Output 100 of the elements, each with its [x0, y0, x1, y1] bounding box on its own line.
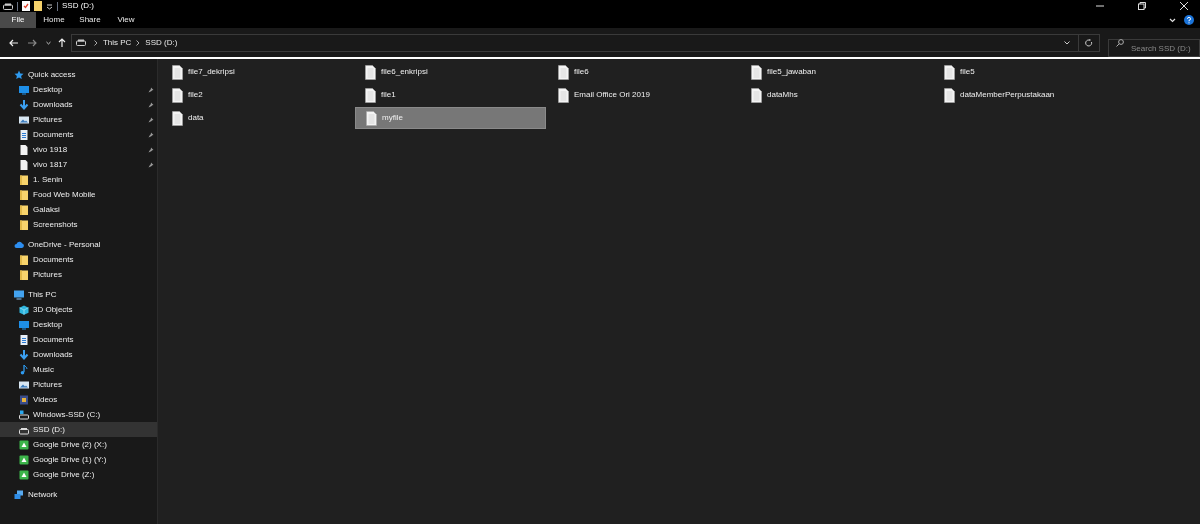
text-file-icon: [365, 87, 376, 103]
star-icon: [14, 69, 24, 80]
sidebar-item[interactable]: This PC: [0, 287, 157, 302]
caret-icon[interactable]: [46, 2, 53, 10]
restore-icon[interactable]: [1138, 2, 1146, 10]
pin-icon[interactable]: [148, 101, 154, 108]
folder-icon: [19, 189, 29, 200]
sidebar-item[interactable]: OneDrive - Personal: [0, 237, 157, 252]
down-arrow-icon: [19, 99, 29, 110]
sidebar-item[interactable]: Videos: [0, 392, 157, 407]
cloud-drive-icon: [19, 454, 29, 465]
sidebar-item[interactable]: Documents: [0, 332, 157, 347]
text-file-icon: [365, 64, 376, 80]
drive-icon[interactable]: [3, 2, 13, 10]
sidebar-item[interactable]: vivo 1918: [0, 142, 157, 157]
sidebar-item[interactable]: Pictures: [0, 112, 157, 127]
sidebar-item[interactable]: 3D Objects: [0, 302, 157, 317]
minimize-icon[interactable]: [1096, 2, 1104, 10]
cloud-icon: [14, 239, 24, 250]
document-icon: [19, 129, 29, 140]
sidebar-item[interactable]: Desktop: [0, 317, 157, 332]
ribbon-tab[interactable]: File: [0, 12, 36, 28]
chevron-icon[interactable]: [136, 39, 141, 46]
file-icon: [19, 159, 29, 170]
cloud-drive-icon: [19, 469, 29, 480]
text-file-icon: [944, 87, 955, 103]
picture-icon: [19, 114, 29, 125]
text-file-icon: [558, 87, 569, 103]
pin-icon[interactable]: [148, 161, 154, 168]
properties-icon[interactable]: [22, 1, 30, 11]
search-icon: [1116, 38, 1124, 47]
file-item[interactable]: dataMhs: [741, 84, 932, 106]
forward-arrow-icon[interactable]: [27, 38, 37, 47]
ribbon-tab[interactable]: Home: [36, 12, 72, 28]
file-item[interactable]: file5: [934, 61, 1125, 83]
sidebar-item[interactable]: Google Drive (2) (X:): [0, 437, 157, 452]
sidebar-item[interactable]: Screenshots: [0, 217, 157, 232]
folder-icon: [19, 254, 29, 265]
sidebar-item[interactable]: Windows-SSD (C:): [0, 407, 157, 422]
file-item[interactable]: data: [162, 107, 353, 129]
chevron-icon[interactable]: [1064, 40, 1070, 45]
sidebar-item[interactable]: 1. Senin: [0, 172, 157, 187]
music-note-icon: [19, 364, 29, 375]
text-file-icon: [172, 64, 183, 80]
folder-icon: [19, 269, 29, 280]
file-item[interactable]: file2: [162, 84, 353, 106]
sidebar-item[interactable]: Pictures: [0, 377, 157, 392]
file-item[interactable]: myfile: [355, 107, 546, 129]
sidebar-item[interactable]: Downloads: [0, 97, 157, 112]
sidebar-item[interactable]: Music: [0, 362, 157, 377]
folder-icon: [19, 204, 29, 215]
drive-icon: [75, 39, 86, 46]
help-icon[interactable]: [1184, 15, 1194, 25]
refresh-icon[interactable]: [1085, 38, 1093, 47]
pin-icon[interactable]: [148, 146, 154, 153]
ribbon-tab[interactable]: View: [108, 12, 144, 28]
folder-icon: [19, 219, 29, 230]
cube-icon: [19, 304, 29, 315]
sidebar-item[interactable]: Documents: [0, 252, 157, 267]
pin-icon[interactable]: [148, 86, 154, 93]
file-item[interactable]: Email Office Ori 2019: [548, 84, 739, 106]
sidebar-item[interactable]: Network: [0, 487, 157, 502]
sidebar-item[interactable]: Downloads: [0, 347, 157, 362]
file-item[interactable]: file1: [355, 84, 546, 106]
sidebar-item[interactable]: Documents: [0, 127, 157, 142]
sidebar-item[interactable]: Pictures: [0, 267, 157, 282]
sidebar-item[interactable]: Desktop: [0, 82, 157, 97]
breadcrumb-item[interactable]: This PC: [102, 36, 132, 49]
breadcrumb-item[interactable]: SSD (D:): [145, 36, 178, 49]
sidebar-item[interactable]: SSD (D:): [0, 422, 157, 437]
cloud-drive-icon: [19, 439, 29, 450]
file-item[interactable]: file7_dekripsi: [162, 61, 353, 83]
file-item[interactable]: file6_enkripsi: [355, 61, 546, 83]
up-arrow-icon[interactable]: [57, 38, 66, 47]
sidebar-item[interactable]: Galaksi: [0, 202, 157, 217]
chevron-icon[interactable]: [93, 39, 98, 46]
text-file-icon: [751, 64, 762, 80]
monitor-icon: [19, 84, 29, 95]
folder-icon: [19, 174, 29, 185]
down-arrow-icon: [19, 349, 29, 360]
sidebar-item[interactable]: Food Web Mobile: [0, 187, 157, 202]
monitor-icon: [14, 289, 24, 300]
text-file-icon: [558, 64, 569, 80]
sidebar-item[interactable]: Quick access: [0, 67, 157, 82]
search-field[interactable]: Search SSD (D:): [1108, 39, 1200, 57]
file-item[interactable]: dataMemberPerpustakaan: [934, 84, 1125, 106]
close-icon[interactable]: [1180, 2, 1188, 10]
network-icon: [14, 489, 24, 500]
sidebar-item[interactable]: vivo 1817: [0, 157, 157, 172]
back-arrow-icon[interactable]: [9, 38, 18, 47]
document-icon: [19, 334, 29, 345]
sidebar-item[interactable]: Google Drive (1) (Y:): [0, 452, 157, 467]
drive-icon: [19, 409, 29, 420]
ribbon-tab[interactable]: Share: [72, 12, 108, 28]
sidebar-item[interactable]: Google Drive (Z:): [0, 467, 157, 482]
file-item[interactable]: file6: [548, 61, 739, 83]
pin-icon[interactable]: [148, 131, 154, 138]
pin-icon[interactable]: [148, 116, 154, 123]
address-bar[interactable]: This PC SSD (D:): [70, 33, 1100, 52]
file-item[interactable]: file5_jawaban: [741, 61, 932, 83]
